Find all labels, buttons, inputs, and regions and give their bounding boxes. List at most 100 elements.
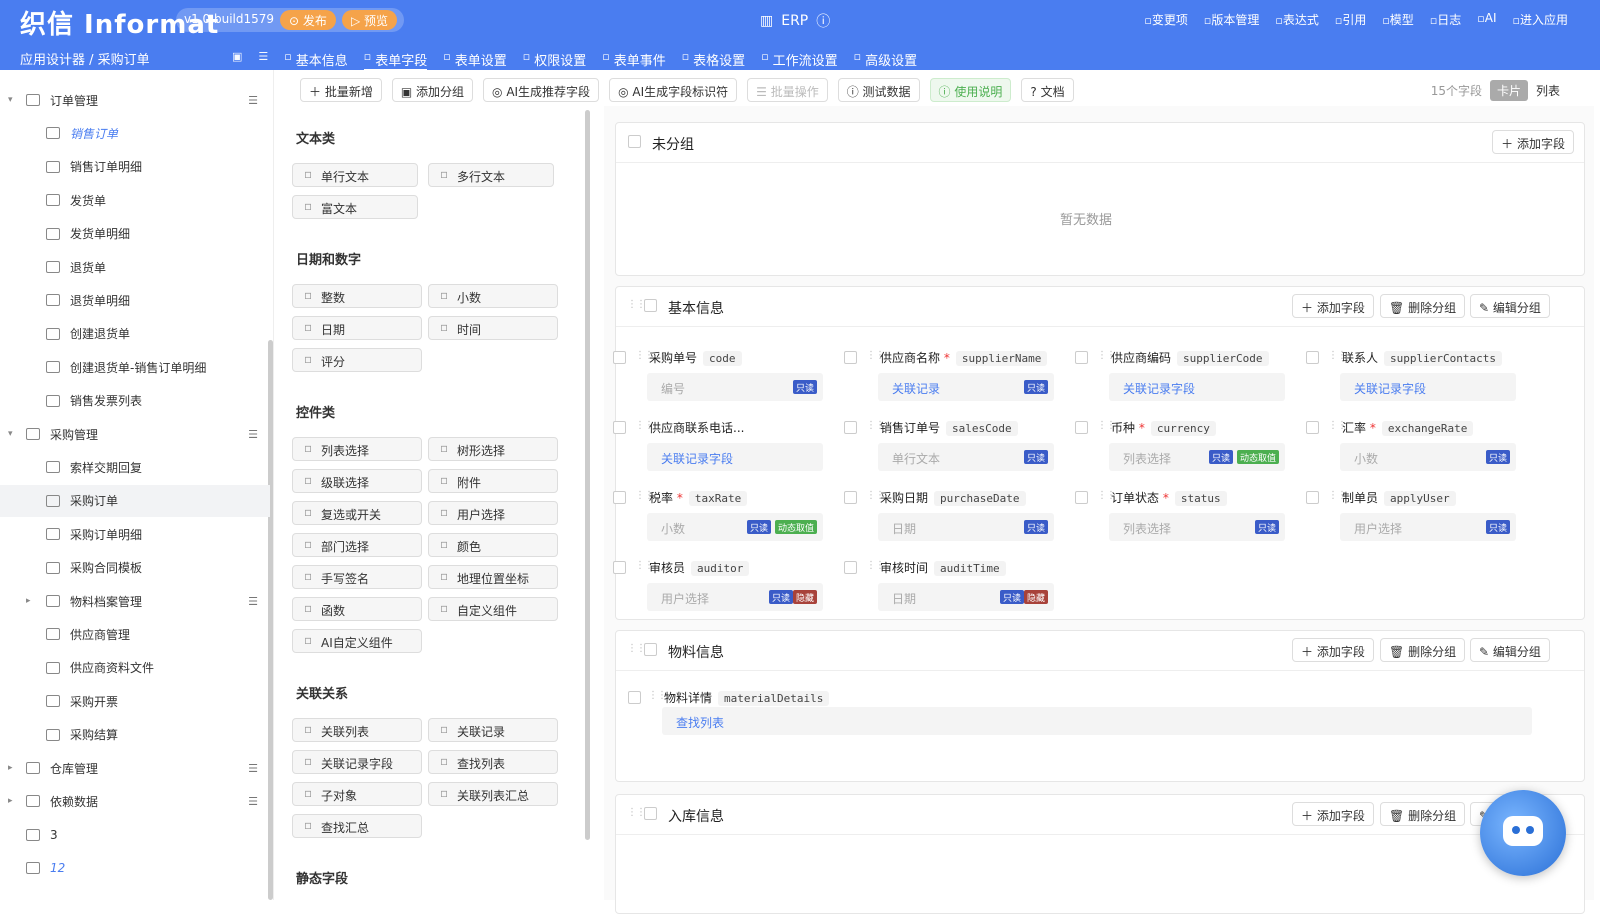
sidebar-item[interactable]: 退货单	[0, 251, 270, 283]
palette-field-item[interactable]: 关联列表	[292, 718, 422, 742]
palette-field-item[interactable]: 时间	[428, 316, 558, 340]
field-checkbox[interactable]	[1075, 491, 1088, 504]
field-checkbox[interactable]	[613, 351, 626, 364]
field-checkbox[interactable]	[844, 421, 857, 434]
sidebar-item[interactable]: 创建退货单	[0, 318, 270, 350]
field-preview[interactable]: 用户选择 隐藏 只读	[647, 583, 823, 611]
sidebar-item[interactable]: 发货单	[0, 184, 270, 216]
palette-field-item[interactable]: 富文本	[292, 195, 418, 219]
header-menu-item[interactable]: ▫ 日志	[1430, 11, 1461, 28]
palette-field-item[interactable]: 自定义组件	[428, 597, 558, 621]
field-preview[interactable]: 编号 只读	[647, 373, 823, 401]
help-icon[interactable]: ⓘ	[816, 11, 830, 31]
header-menu-item[interactable]: ▫ 进入应用	[1513, 11, 1568, 28]
add-field-button[interactable]: ＋ 添加字段	[1292, 638, 1374, 662]
field-preview[interactable]: 日期 隐藏 只读	[878, 583, 1054, 611]
field-preview[interactable]: 用户选择 只读	[1340, 513, 1516, 541]
sidebar-item[interactable]: 采购合同模板	[0, 552, 270, 584]
sidebar-item[interactable]: 索样交期回复	[0, 451, 270, 483]
sidebar-item[interactable]: ▾ 订单管理 ☰	[0, 84, 270, 116]
field-checkbox[interactable]	[1075, 351, 1088, 364]
toolbar-button-1[interactable]: ＋ 批量新增	[300, 78, 382, 102]
field-preview[interactable]: 关联记录字段	[1340, 373, 1516, 401]
toolbar-button-8[interactable]: ? 文档	[1021, 78, 1074, 102]
group-checkbox[interactable]	[628, 135, 641, 148]
palette-field-item[interactable]: 部门选择	[292, 533, 422, 557]
sidebar-item[interactable]: 销售订单明细	[0, 151, 270, 183]
palette-field-item[interactable]: 子对象	[292, 782, 422, 806]
palette-field-item[interactable]: 颜色	[428, 533, 558, 557]
view-card-button[interactable]: 卡片	[1489, 80, 1528, 101]
palette-field-item[interactable]: 级联选择	[292, 469, 422, 493]
tab-8[interactable]: ▫ 高级设置	[854, 50, 917, 70]
field-preview[interactable]: 关联记录字段	[1109, 373, 1285, 401]
field-checkbox[interactable]	[613, 491, 626, 504]
tab-4[interactable]: ▫ 权限设置	[523, 50, 586, 70]
sidebar-item[interactable]: 发货单明细	[0, 218, 270, 250]
palette-field-item[interactable]: 函数	[292, 597, 422, 621]
filter-menu-icon[interactable]: ☰	[248, 428, 258, 441]
filter-menu-icon[interactable]: ☰	[248, 762, 258, 775]
caret-icon[interactable]: ▾	[8, 429, 13, 439]
sidebar-item[interactable]: 3	[0, 819, 270, 851]
filter-menu-icon[interactable]: ☰	[248, 595, 258, 608]
palette-field-item[interactable]: 小数	[428, 284, 558, 308]
palette-field-item[interactable]: 单行文本	[292, 163, 418, 187]
toolbar-button-6[interactable]: ⓘ 测试数据	[837, 78, 920, 102]
drag-handle-icon[interactable]: ⋮⋮	[627, 299, 646, 310]
edit-group-button[interactable]: ✎ 编辑分组	[1470, 294, 1550, 318]
edit-group-button[interactable]: ✎ 编辑分组	[1470, 638, 1550, 662]
group-checkbox[interactable]	[644, 299, 657, 312]
sidebar-item[interactable]: 创建退货单-销售订单明细	[0, 351, 270, 383]
palette-field-item[interactable]: 整数	[292, 284, 422, 308]
palette-field-item[interactable]: 附件	[428, 469, 558, 493]
delete-group-button[interactable]: 🗑 删除分组	[1380, 294, 1466, 318]
filter-menu-icon[interactable]: ☰	[248, 795, 258, 808]
tab-3[interactable]: ▫ 表单设置	[443, 50, 506, 70]
field-preview[interactable]: 查找列表	[662, 707, 1532, 735]
field-preview[interactable]: 列表选择 动态取值 只读	[1109, 443, 1285, 471]
sidebar-item[interactable]: ▸ 物料档案管理 ☰	[0, 585, 270, 617]
palette-field-item[interactable]: 树形选择	[428, 437, 558, 461]
sidebar-item[interactable]: 退货单明细	[0, 284, 270, 316]
field-checkbox[interactable]	[628, 691, 641, 704]
caret-icon[interactable]: ▸	[26, 596, 31, 606]
breadcrumb[interactable]: 应用设计器 / 采购订单	[20, 49, 150, 68]
app-switcher[interactable]: ▥ ERP ⓘ	[760, 11, 830, 31]
field-checkbox[interactable]	[1075, 421, 1088, 434]
header-menu-item[interactable]: ▫ 引用	[1335, 11, 1366, 28]
field-preview[interactable]: 关联记录字段	[647, 443, 823, 471]
field-preview[interactable]: 小数 动态取值 只读	[647, 513, 823, 541]
toolbar-button-4[interactable]: ◎ AI生成字段标识符	[609, 78, 738, 102]
palette-scrollbar[interactable]	[585, 110, 590, 840]
palette-field-item[interactable]: AI自定义组件	[292, 629, 422, 653]
sidebar-item[interactable]: 采购结算	[0, 719, 270, 751]
sidebar-item[interactable]: 销售订单	[0, 117, 270, 149]
palette-field-item[interactable]: 查找汇总	[292, 814, 422, 838]
field-preview[interactable]: 列表选择 只读	[1109, 513, 1285, 541]
palette-field-item[interactable]: 手写签名	[292, 565, 422, 589]
field-preview[interactable]: 单行文本 只读	[878, 443, 1054, 471]
tab-1[interactable]: ▫ 基本信息	[284, 50, 347, 70]
field-checkbox[interactable]	[1306, 351, 1319, 364]
delete-group-button[interactable]: 🗑 删除分组	[1380, 638, 1466, 662]
sidebar-item[interactable]: ▸ 仓库管理 ☰	[0, 752, 270, 784]
caret-icon[interactable]: ▾	[8, 95, 13, 105]
field-checkbox[interactable]	[844, 351, 857, 364]
tab-7[interactable]: ▫ 工作流设置	[761, 50, 837, 70]
field-preview[interactable]: 日期 只读	[878, 513, 1054, 541]
field-checkbox[interactable]	[1306, 421, 1319, 434]
field-checkbox[interactable]	[844, 491, 857, 504]
tab-6[interactable]: ▫ 表格设置	[682, 50, 745, 70]
header-menu-item[interactable]: ▫ 版本管理	[1204, 11, 1259, 28]
add-field-button[interactable]: ＋ 添加字段	[1492, 130, 1574, 154]
palette-field-item[interactable]: 日期	[292, 316, 422, 340]
palette-field-item[interactable]: 关联记录字段	[292, 750, 422, 774]
sidebar-item[interactable]: ▸ 依赖数据 ☰	[0, 785, 270, 817]
add-field-button[interactable]: ＋ 添加字段	[1292, 802, 1374, 826]
palette-field-item[interactable]: 复选或开关	[292, 501, 422, 525]
header-menu-item[interactable]: ▫ AI	[1477, 11, 1496, 28]
palette-field-item[interactable]: 用户选择	[428, 501, 558, 525]
ai-assistant-robot-icon[interactable]	[1480, 790, 1566, 876]
note-icon[interactable]: ▣	[232, 50, 242, 70]
